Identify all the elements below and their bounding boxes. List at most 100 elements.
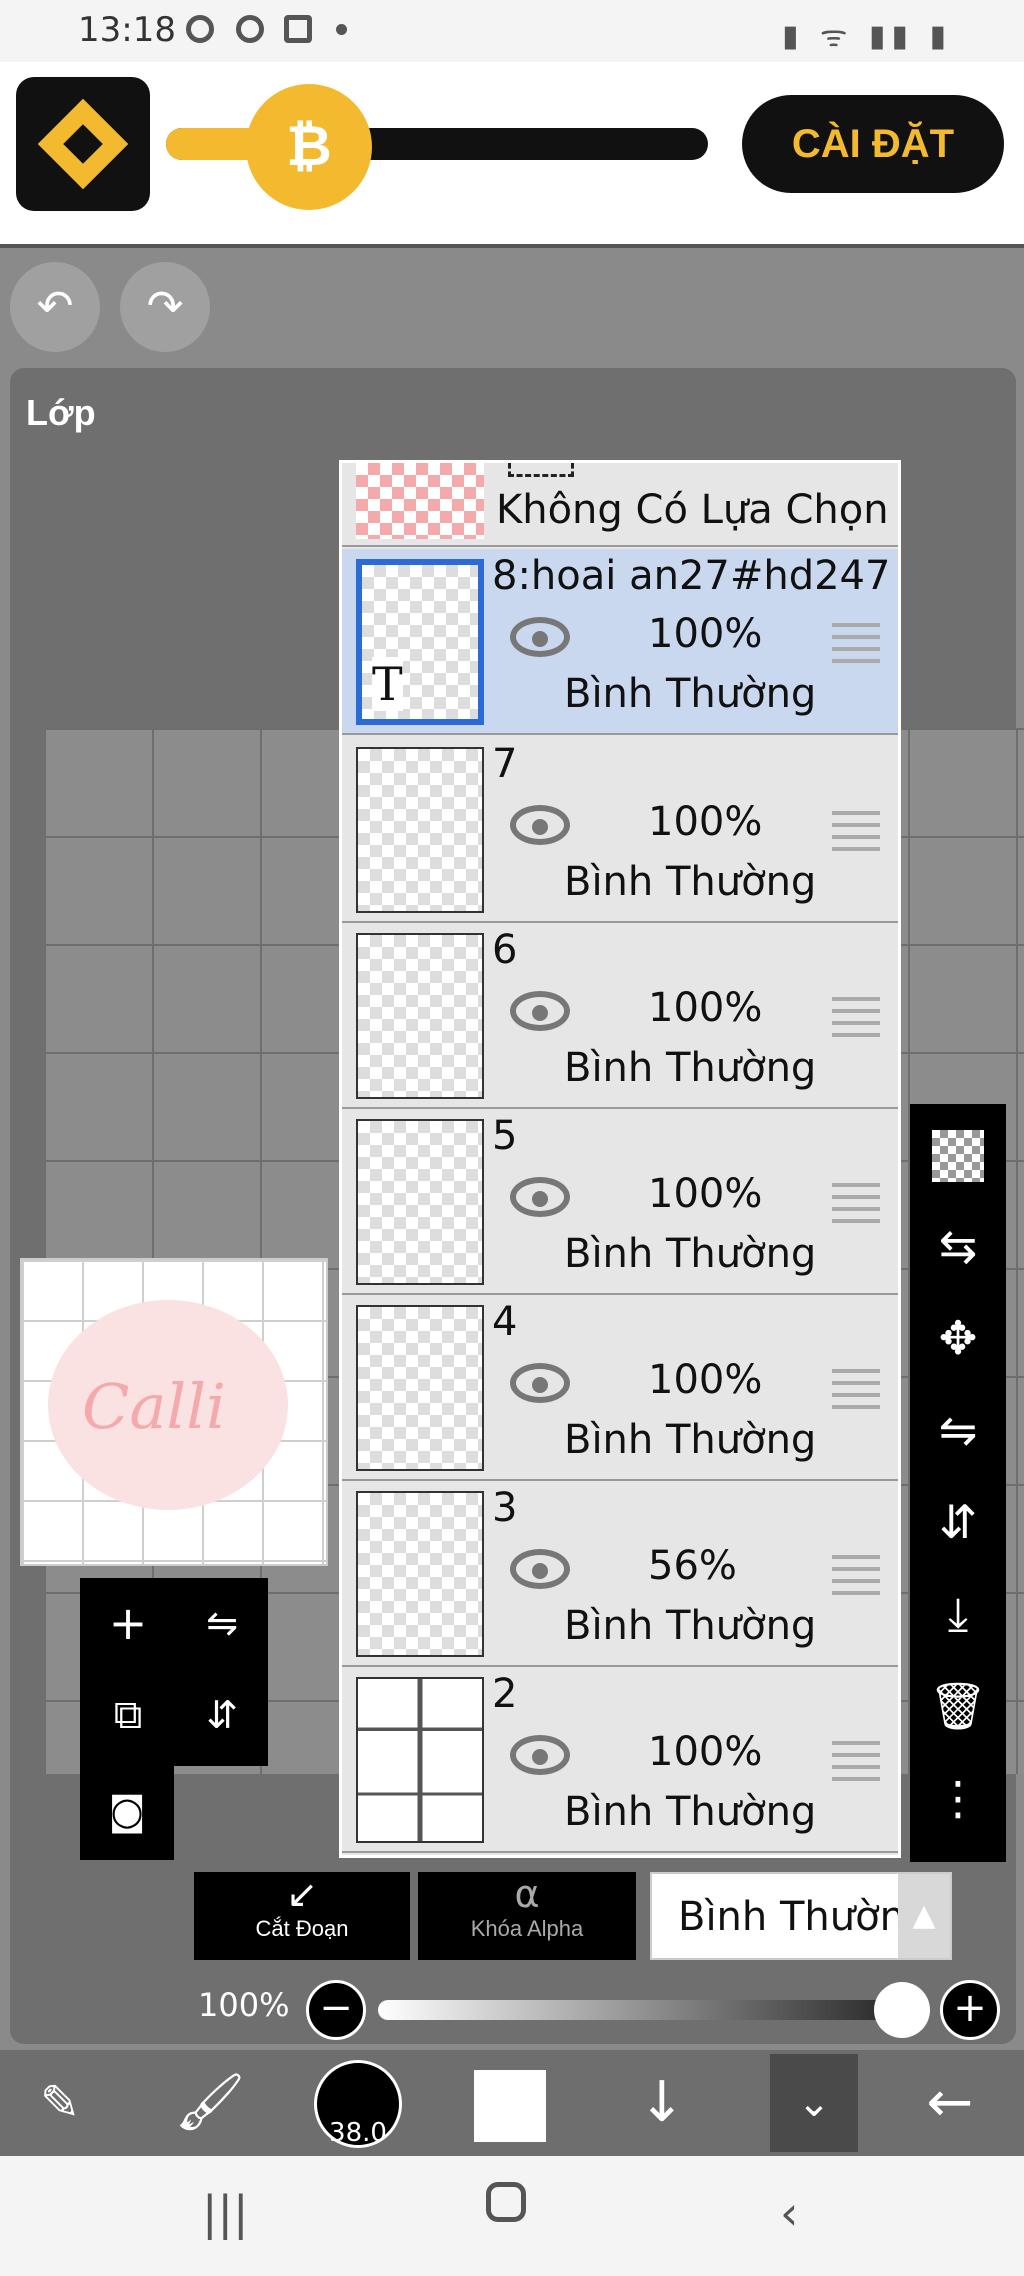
clip-arrow-icon: ↙	[286, 1872, 318, 1916]
more-notifications-icon	[336, 24, 347, 35]
bitcoin-icon: ₿	[246, 84, 372, 210]
alpha-lock-label: Khóa Alpha	[470, 1916, 584, 1941]
blend-mode-select[interactable]: Bình Thường ▲	[650, 1872, 952, 1960]
layer-blend-mode: Bình Thường	[564, 859, 817, 905]
ad-banner[interactable]: ₿ CÀI ĐẶT	[0, 62, 1024, 248]
visibility-eye-icon[interactable]	[510, 1177, 570, 1217]
clipping-button[interactable]: ↙ Cắt Đoạn	[194, 1872, 410, 1960]
system-status-icons: ▮ ᯤ ▮▮ ▮	[781, 19, 952, 54]
layer-row[interactable]: 4 100% Bình Thường	[342, 1295, 898, 1481]
install-button[interactable]: CÀI ĐẶT	[742, 95, 1004, 193]
app-notification-icon	[284, 15, 312, 43]
more-options-icon[interactable]: ⋮	[910, 1758, 1006, 1838]
layer-row[interactable]: 5 100% Bình Thường	[342, 1109, 898, 1295]
layer-row[interactable]: 7 100% Bình Thường	[342, 737, 898, 923]
layer-row[interactable]: 3 56% Bình Thường	[342, 1481, 898, 1667]
layer-thumbnail	[356, 747, 484, 913]
flip-horizontal-icon[interactable]: ⇋	[182, 1588, 262, 1658]
back-icon[interactable]: ‹	[780, 2186, 798, 2240]
plus-button[interactable]: +	[940, 1980, 1000, 2040]
layer-thumbnail	[356, 933, 484, 1099]
top-app-bar: ↶ ↷	[0, 248, 1024, 368]
layer-row[interactable]: T 8:hoai an27#hd247 100% Bình Thường	[342, 549, 898, 735]
layer-thumbnail: T	[356, 559, 484, 725]
status-bar: 13:18 ▮ ᯤ ▮▮ ▮	[0, 0, 1024, 62]
back-arrow-icon[interactable]: ←	[890, 2050, 1010, 2156]
opacity-slider-knob[interactable]	[874, 1982, 930, 2038]
layer-name: 3	[492, 1485, 518, 1531]
drag-handle-icon[interactable]	[832, 1183, 880, 1223]
visibility-eye-icon[interactable]	[510, 617, 570, 657]
duplicate-layer-icon[interactable]: ⧉	[88, 1680, 168, 1750]
brush-icon[interactable]: 🖌	[160, 2050, 260, 2156]
chrome-icon	[236, 15, 264, 43]
swap-layer-icon[interactable]: ⇆	[910, 1206, 1006, 1286]
drag-handle-icon[interactable]	[832, 997, 880, 1037]
flip-horizontal-icon[interactable]: ⇋	[910, 1390, 1006, 1470]
layer-name: 5	[492, 1113, 518, 1159]
alpha-lock-button[interactable]: α Khóa Alpha	[418, 1872, 636, 1960]
chevron-up-icon: ▲	[898, 1874, 950, 1958]
layer-blend-mode: Bình Thường	[564, 1045, 817, 1091]
flip-vertical-icon[interactable]: ⇵	[910, 1482, 1006, 1562]
selection-thumbnail	[356, 463, 484, 539]
drag-handle-icon[interactable]	[832, 1741, 880, 1781]
undo-button[interactable]: ↶	[10, 262, 100, 352]
layer-name: 8:hoai an27#hd247	[492, 553, 891, 599]
layer-opacity: 100%	[648, 1171, 763, 1217]
trash-icon[interactable]: 🗑	[910, 1666, 1006, 1746]
layer-thumbnail	[356, 1305, 484, 1471]
visibility-eye-icon[interactable]	[510, 1549, 570, 1589]
clipping-label: Cắt Đoạn	[255, 1916, 349, 1941]
drag-handle-icon[interactable]	[832, 1555, 880, 1595]
visibility-eye-icon[interactable]	[510, 991, 570, 1031]
layer-name: 4	[492, 1299, 518, 1345]
layer-side-toolbar: ⇆ ✥ ⇋ ⇵ ⤓ 🗑 ⋮	[910, 1104, 1006, 1862]
layer-opacity: 56%	[648, 1543, 737, 1589]
layer-opacity: 100%	[648, 985, 763, 1031]
layer-blend-mode: Bình Thường	[564, 1789, 817, 1835]
layer-name: 7	[492, 741, 518, 787]
home-icon[interactable]	[486, 2182, 526, 2222]
layer-blend-mode: Bình Thường	[564, 1231, 817, 1277]
visibility-eye-icon[interactable]	[510, 805, 570, 845]
move-icon[interactable]: ✥	[910, 1298, 1006, 1378]
blend-mode-value: Bình Thường	[678, 1894, 931, 1940]
layer-list[interactable]: Không Có Lựa Chọn T 8:hoai an27#hd247 10…	[339, 460, 901, 1858]
camera-icon[interactable]: ◙	[88, 1776, 166, 1846]
text-layer-icon: T	[372, 657, 403, 711]
layer-blend-mode: Bình Thường	[564, 1417, 817, 1463]
visibility-eye-icon[interactable]	[510, 1363, 570, 1403]
selection-icon	[508, 463, 574, 477]
chrome-icon	[186, 15, 214, 43]
layer-opacity: 100%	[648, 1357, 763, 1403]
layer-thumbnail	[356, 1119, 484, 1285]
flip-vertical-icon[interactable]: ⇵	[182, 1680, 262, 1750]
opacity-label: 100%	[198, 1986, 290, 2024]
drag-handle-icon[interactable]	[832, 623, 880, 663]
system-navigation-bar: ||| ‹	[0, 2156, 1024, 2276]
visibility-eye-icon[interactable]	[510, 1735, 570, 1775]
drag-handle-icon[interactable]	[832, 1369, 880, 1409]
brush-size-indicator[interactable]: 38.0	[314, 2060, 402, 2148]
layer-opacity: 100%	[648, 611, 763, 657]
double-chevron-down-icon: ⌄	[797, 2080, 831, 2126]
status-time: 13:18	[78, 10, 176, 50]
transparency-grid-icon[interactable]	[910, 1116, 1006, 1196]
layer-thumbnail	[356, 1677, 484, 1843]
minus-button[interactable]: −	[306, 1980, 366, 2040]
merge-down-icon[interactable]: ⤓	[910, 1574, 1006, 1654]
drag-handle-icon[interactable]	[832, 811, 880, 851]
opacity-slider[interactable]	[378, 2000, 910, 2020]
layer-row[interactable]: 6 100% Bình Thường	[342, 923, 898, 1109]
tool-switch-icon[interactable]: ✎	[10, 2050, 110, 2156]
selection-layer-row[interactable]: Không Có Lựa Chọn	[342, 463, 898, 547]
layer-row[interactable]: 2 100% Bình Thường	[342, 1667, 898, 1853]
color-swatch[interactable]	[474, 2070, 546, 2142]
redo-button[interactable]: ↷	[120, 262, 210, 352]
layer-panel-toggle[interactable]: ⌄	[770, 2054, 858, 2152]
recent-apps-icon[interactable]: |||	[202, 2186, 249, 2240]
layer-blend-mode: Bình Thường	[564, 1603, 817, 1649]
add-layer-icon[interactable]: +	[88, 1588, 168, 1658]
arrow-down-icon[interactable]: ↓	[612, 2050, 712, 2156]
